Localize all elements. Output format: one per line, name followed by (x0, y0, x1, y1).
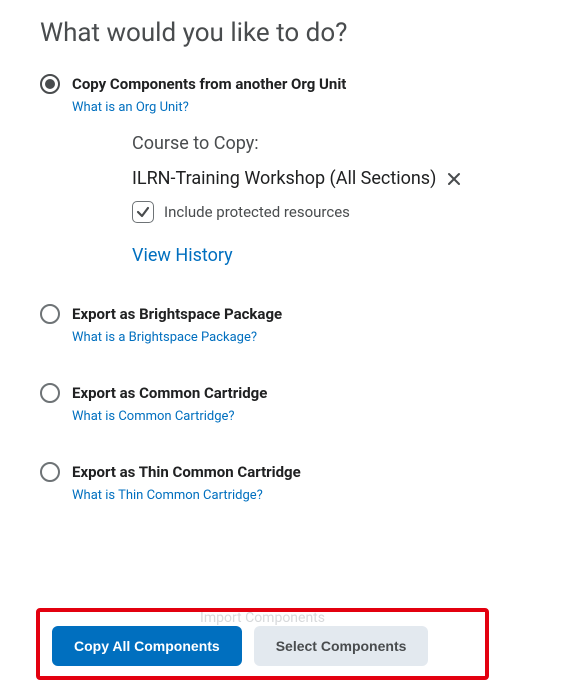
radio-copy-components[interactable] (40, 74, 60, 94)
option-export-brightspace: Export as Brightspace Package What is a … (40, 304, 521, 345)
option-export-cc: Export as Common Cartridge What is Commo… (40, 383, 521, 424)
radio-export-cc[interactable] (40, 383, 60, 403)
view-history-link[interactable]: View History (132, 245, 233, 266)
option-copy-label: Copy Components from another Org Unit (72, 75, 346, 93)
radio-export-tcc[interactable] (40, 462, 60, 482)
course-to-copy-label: Course to Copy: (132, 133, 521, 154)
radio-export-brightspace[interactable] (40, 304, 60, 324)
help-link-tcc[interactable]: What is Thin Common Cartridge? (72, 488, 263, 503)
help-link-org-unit[interactable]: What is an Org Unit? (72, 100, 189, 115)
option-copy-components: Copy Components from another Org Unit Wh… (40, 74, 521, 266)
remove-course-icon[interactable] (446, 171, 462, 187)
include-protected-label: Include protected resources (164, 203, 350, 221)
copy-all-components-button[interactable]: Copy All Components (52, 626, 242, 666)
selected-course-name: ILRN-Training Workshop (All Sections) (132, 168, 436, 189)
faded-import-text: Import Components (200, 610, 325, 626)
option-export-tcc: Export as Thin Common Cartridge What is … (40, 462, 521, 503)
include-protected-checkbox[interactable] (132, 201, 154, 223)
option-export-brightspace-label: Export as Brightspace Package (72, 305, 282, 323)
copy-details-block: Course to Copy: ILRN-Training Workshop (… (132, 133, 521, 266)
help-link-brightspace[interactable]: What is a Brightspace Package? (72, 330, 257, 345)
option-export-cc-label: Export as Common Cartridge (72, 384, 267, 402)
option-export-tcc-label: Export as Thin Common Cartridge (72, 463, 301, 481)
action-bar-highlight: Import Components Copy All Components Se… (36, 608, 489, 680)
page-title: What would you like to do? (40, 18, 521, 48)
help-link-cc[interactable]: What is Common Cartridge? (72, 409, 235, 424)
select-components-button[interactable]: Select Components (254, 626, 429, 666)
